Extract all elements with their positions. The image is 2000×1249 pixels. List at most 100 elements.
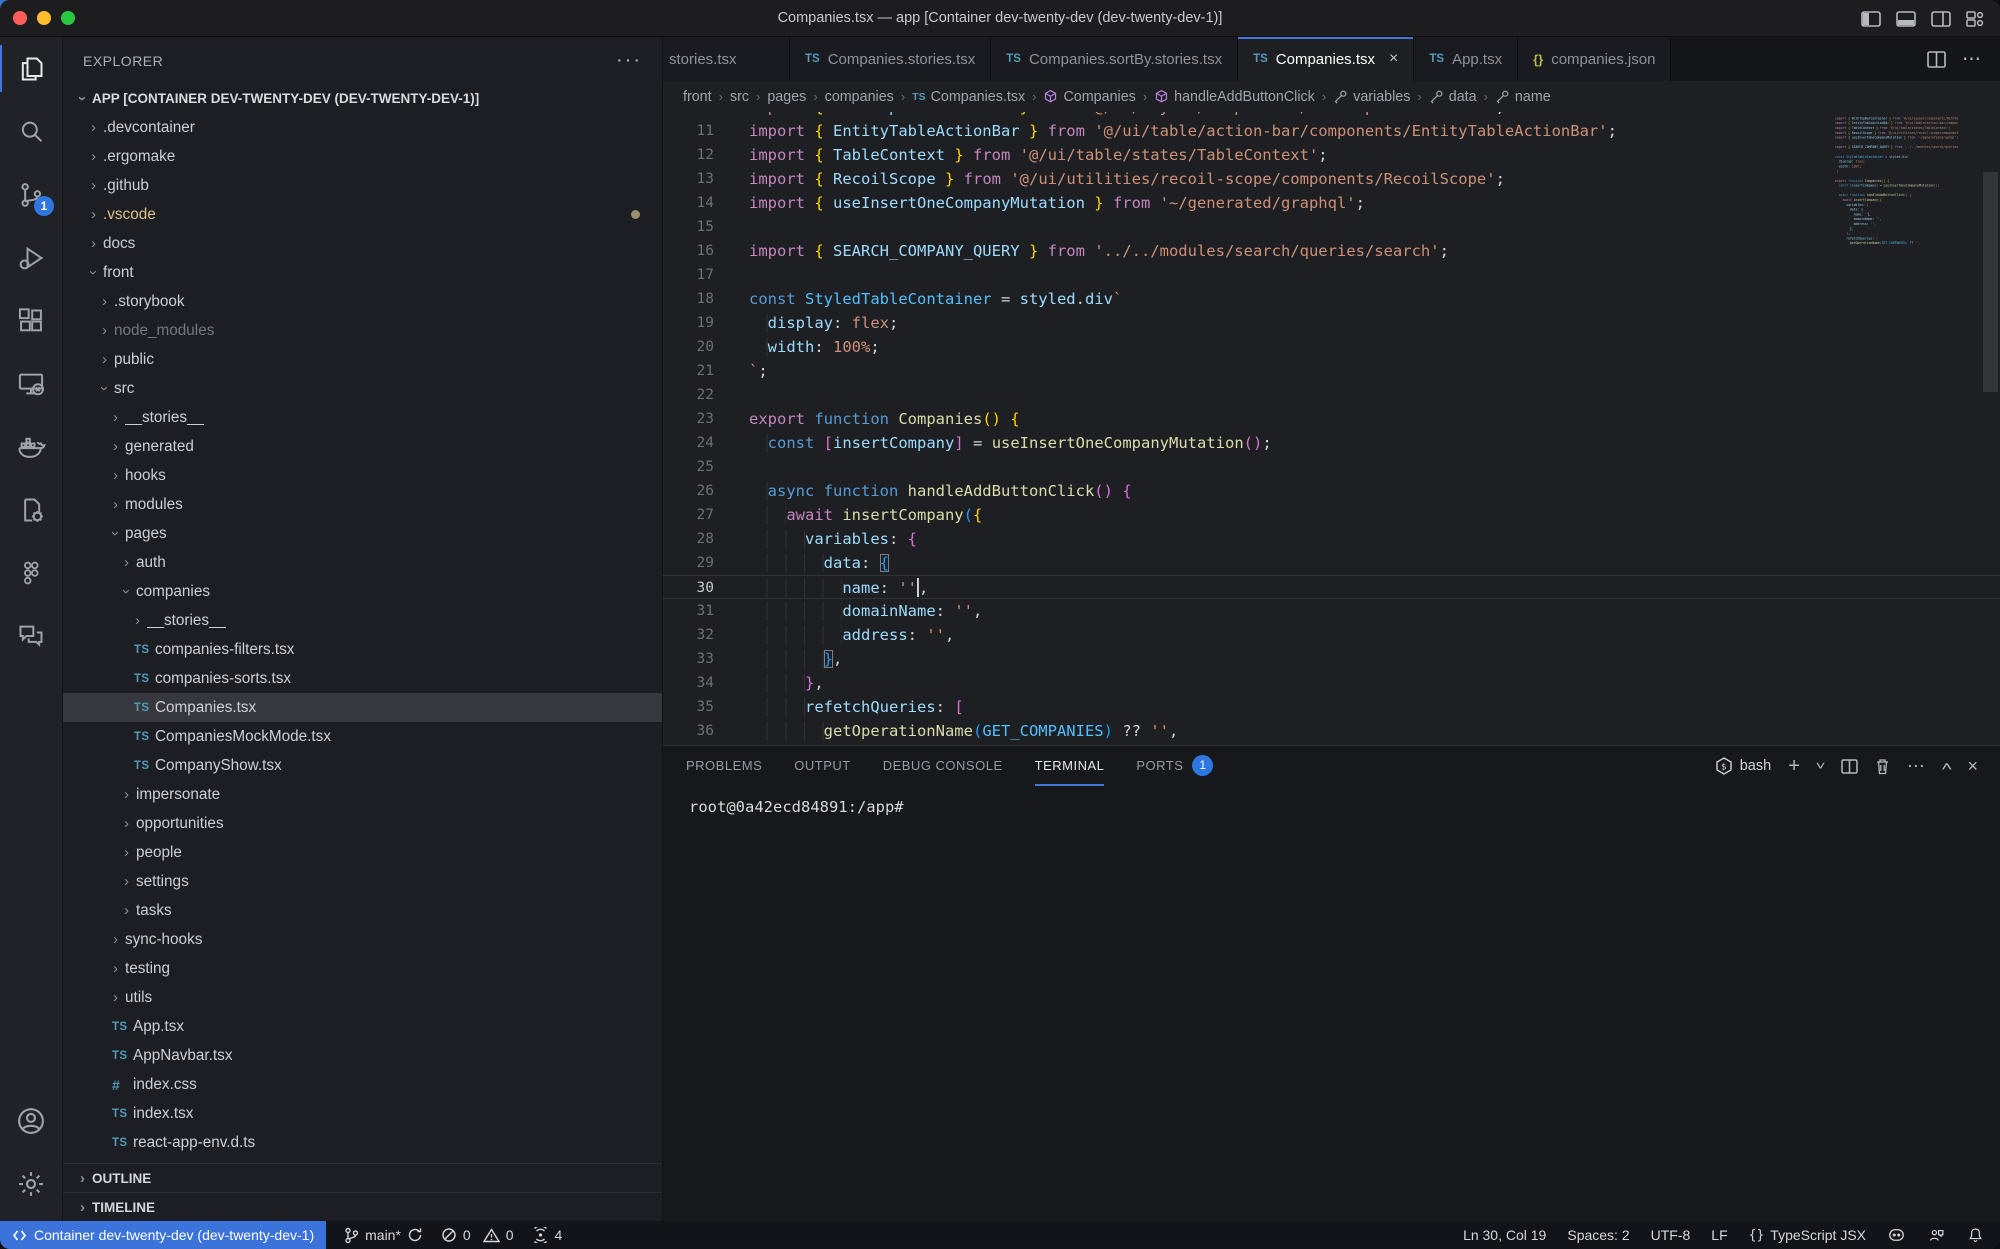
tree-item-companies-filters-tsx[interactable]: TScompanies-filters.tsx: [63, 635, 662, 664]
editor-scrollbar[interactable]: [1983, 172, 1998, 392]
toggle-panel-icon[interactable]: [1896, 11, 1916, 27]
activity-search[interactable]: [0, 100, 62, 163]
terminal[interactable]: root@0a42ecd84891:/app#: [663, 786, 2000, 1221]
code-line-35[interactable]: 35 refetchQueries: [: [663, 695, 2000, 719]
tree-item-auth[interactable]: ›auth: [63, 548, 662, 577]
explorer-more-actions-icon[interactable]: ···: [616, 49, 642, 72]
tree-item-modules[interactable]: ›modules: [63, 490, 662, 519]
tree-item-settings[interactable]: ›settings: [63, 867, 662, 896]
activity-docker[interactable]: [0, 415, 62, 478]
tab-companies-sortby-stories-tsx[interactable]: TSCompanies.sortBy.stories.tsx: [991, 37, 1238, 81]
code-line-10[interactable]: 10import { WithTopBarContainer } from '@…: [663, 112, 2000, 119]
activity-settings[interactable]: [0, 1152, 62, 1215]
status-copilot-icon[interactable]: [1887, 1226, 1906, 1244]
more-actions-icon[interactable]: ⋯: [1962, 48, 1982, 71]
code-line-18[interactable]: 18const StyledTableContainer = styled.di…: [663, 287, 2000, 311]
customize-layout-icon[interactable]: [1966, 11, 1984, 27]
status-feedback-icon[interactable]: [1927, 1227, 1946, 1244]
tree-item-vscode[interactable]: ›.vscode: [63, 200, 662, 229]
new-terminal-icon[interactable]: +: [1788, 755, 1800, 778]
tree-item-index-css[interactable]: #index.css: [63, 1070, 662, 1099]
breadcrumb-name[interactable]: name: [1495, 89, 1551, 105]
status-indentation[interactable]: Spaces: 2: [1567, 1227, 1629, 1243]
tree-item-companies-sorts-tsx[interactable]: TScompanies-sorts.tsx: [63, 664, 662, 693]
activity-source-control[interactable]: 1: [0, 163, 62, 226]
tree-item-public[interactable]: ›public: [63, 345, 662, 374]
tree-item-opportunities[interactable]: ›opportunities: [63, 809, 662, 838]
breadcrumb-src[interactable]: src: [730, 89, 749, 105]
code-line-15[interactable]: 15: [663, 215, 2000, 239]
code-line-29[interactable]: 29 data: {: [663, 551, 2000, 575]
workspace-section-header[interactable]: › APP [CONTAINER DEV-TWENTY-DEV (DEV-TWE…: [63, 84, 662, 113]
tree-item-testing[interactable]: ›testing: [63, 954, 662, 983]
shell-indicator[interactable]: $ bash: [1715, 757, 1771, 775]
tree-item-storybook[interactable]: ›.storybook: [63, 287, 662, 316]
minimap[interactable]: import { WithTopBarContainer } from '@/u…: [1828, 116, 1958, 416]
code-line-19[interactable]: 19 display: flex;: [663, 311, 2000, 335]
tree-item-hooks[interactable]: ›hooks: [63, 461, 662, 490]
panel-tab-terminal[interactable]: TERMINAL: [1035, 746, 1105, 786]
breadcrumb-handleaddbuttonclick[interactable]: handleAddButtonClick: [1154, 89, 1315, 105]
code-line-20[interactable]: 20 width: 100%;: [663, 335, 2000, 359]
code-line-14[interactable]: 14import { useInsertOneCompanyMutation }…: [663, 191, 2000, 215]
status-bell-icon[interactable]: [1967, 1226, 1984, 1244]
code-line-28[interactable]: 28 variables: {: [663, 527, 2000, 551]
tree-item-stories[interactable]: ›__stories__: [63, 403, 662, 432]
tree-item-node-modules[interactable]: ›node_modules: [63, 316, 662, 345]
breadcrumb-companies[interactable]: Companies: [1043, 89, 1135, 105]
close-panel-icon[interactable]: ×: [1967, 756, 1978, 777]
code-line-13[interactable]: 13import { RecoilScope } from '@/ui/util…: [663, 167, 2000, 191]
breadcrumb-front[interactable]: front: [683, 89, 712, 105]
tree-item-tasks[interactable]: ›tasks: [63, 896, 662, 925]
breadcrumb-pages[interactable]: pages: [767, 89, 806, 105]
code-editor[interactable]: 10import { WithTopBarContainer } from '@…: [663, 112, 2000, 745]
code-line-16[interactable]: 16import { SEARCH_COMPANY_QUERY } from '…: [663, 239, 2000, 263]
tree-item-companies-tsx[interactable]: TSCompanies.tsx: [63, 693, 662, 722]
panel-tab-problems[interactable]: PROBLEMS: [686, 746, 762, 786]
code-line-25[interactable]: 25: [663, 455, 2000, 479]
tab-app-tsx[interactable]: TSApp.tsx: [1414, 37, 1518, 81]
activity-dev-containers[interactable]: [0, 478, 62, 541]
code-line-21[interactable]: 21`;: [663, 359, 2000, 383]
activity-comments[interactable]: [0, 604, 62, 667]
activity-remote-explorer[interactable]: [0, 352, 62, 415]
tab-stories-tsx[interactable]: stories.tsx: [663, 37, 790, 81]
close-tab-icon[interactable]: ×: [1389, 50, 1398, 68]
tab-companies-stories-tsx[interactable]: TSCompanies.stories.tsx: [790, 37, 991, 81]
code-line-34[interactable]: 34 },: [663, 671, 2000, 695]
code-line-12[interactable]: 12import { TableContext } from '@/ui/tab…: [663, 143, 2000, 167]
code-line-24[interactable]: 24 const [insertCompany] = useInsertOneC…: [663, 431, 2000, 455]
sidebar-section-outline[interactable]: ›OUTLINE: [63, 1163, 662, 1192]
split-editor-icon[interactable]: [1927, 51, 1946, 68]
tree-item-companyshow-tsx[interactable]: TSCompanyShow.tsx: [63, 751, 662, 780]
code-line-22[interactable]: 22: [663, 383, 2000, 407]
kill-terminal-icon[interactable]: [1875, 758, 1890, 775]
tree-item-ergomake[interactable]: ›.ergomake: [63, 142, 662, 171]
code-line-23[interactable]: 23export function Companies() {: [663, 407, 2000, 431]
breadcrumb-data[interactable]: data: [1429, 89, 1477, 105]
panel-tab-ports[interactable]: PORTS1: [1136, 746, 1213, 786]
sidebar-section-timeline[interactable]: ›TIMELINE: [63, 1192, 662, 1221]
tree-item-sync-hooks[interactable]: ›sync-hooks: [63, 925, 662, 954]
breadcrumb-companies-tsx[interactable]: TSCompanies.tsx: [912, 89, 1025, 105]
tab-companies-json[interactable]: {}companies.json: [1518, 37, 1671, 81]
maximize-panel-icon[interactable]: ˄: [1941, 759, 1952, 774]
status-encoding[interactable]: UTF-8: [1651, 1227, 1691, 1243]
git-branch-status[interactable]: main*: [344, 1227, 423, 1244]
ports-status[interactable]: 4: [532, 1227, 563, 1243]
remote-indicator[interactable]: Container dev-twenty-dev (dev-twenty-dev…: [0, 1221, 326, 1249]
tab-companies-tsx[interactable]: TSCompanies.tsx×: [1238, 37, 1414, 81]
tree-item-stories[interactable]: ›__stories__: [63, 606, 662, 635]
tree-item-appnavbar-tsx[interactable]: TSAppNavbar.tsx: [63, 1041, 662, 1070]
tree-item-pages[interactable]: ›pages: [63, 519, 662, 548]
tree-item-front[interactable]: ›front: [63, 258, 662, 287]
tree-item-companiesmockmode-tsx[interactable]: TSCompaniesMockMode.tsx: [63, 722, 662, 751]
code-line-31[interactable]: 31 domainName: '',: [663, 599, 2000, 623]
tree-item-docs[interactable]: ›docs: [63, 229, 662, 258]
activity-run-debug[interactable]: [0, 226, 62, 289]
code-line-27[interactable]: 27 await insertCompany({: [663, 503, 2000, 527]
activity-figma[interactable]: [0, 541, 62, 604]
panel-tab-output[interactable]: OUTPUT: [794, 746, 850, 786]
code-line-32[interactable]: 32 address: '',: [663, 623, 2000, 647]
tree-item-github[interactable]: ›.github: [63, 171, 662, 200]
